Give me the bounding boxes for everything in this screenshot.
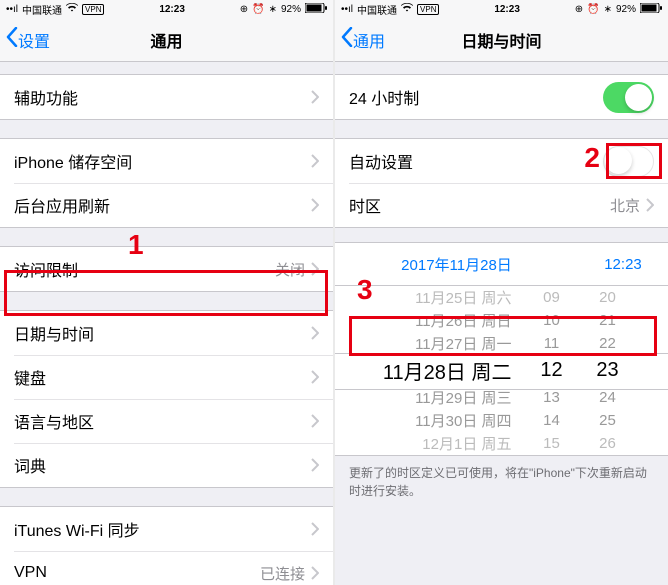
screen-date-time: ••ıl 中国联通 VPN 12:23 ⊕ ⏰ ∗ 92% 通用 日期与时间 (335, 0, 668, 585)
alarm-icon: ⏰ (587, 4, 599, 15)
signal-icon: ••ıl (6, 4, 18, 15)
signal-icon: ••ıl (341, 4, 353, 15)
battery-percent: 92% (281, 4, 301, 15)
picker-row: 11月26日 周日1021 (335, 309, 668, 332)
picker-row-selected: 11月28日 周二1223 (335, 356, 668, 386)
wifi-icon (401, 3, 413, 15)
switch-auto-set[interactable] (603, 146, 654, 177)
row-iphone-storage[interactable]: iPhone 储存空间 (0, 139, 333, 183)
screen-settings-general: ••ıl 中国联通 VPN 12:23 ⊕ ⏰ ∗ 92% 设置 通用 辅助 (0, 0, 333, 585)
row-24hour: 24 小时制 (335, 75, 668, 119)
chevron-right-icon (311, 326, 319, 340)
nav-bar: 通用 日期与时间 (335, 18, 668, 62)
orientation-lock-icon: ⊕ (575, 4, 583, 15)
chevron-right-icon (311, 154, 319, 168)
status-bar: ••ıl 中国联通 VPN 12:23 ⊕ ⏰ ∗ 92% (335, 0, 668, 18)
chevron-right-icon (311, 262, 319, 276)
current-time: 12:23 (578, 256, 668, 273)
vpn-value: 已连接 (260, 563, 305, 584)
timezone-value: 北京 (610, 195, 640, 216)
back-button[interactable]: 通用 (335, 27, 385, 52)
row-itunes-wifi-sync[interactable]: iTunes Wi-Fi 同步 (0, 507, 333, 551)
battery-icon (640, 3, 662, 16)
back-label: 通用 (353, 28, 385, 52)
chevron-right-icon (311, 522, 319, 536)
row-background-refresh[interactable]: 后台应用刷新 (0, 183, 333, 227)
picker-row: 11月25日 周六0920 (335, 286, 668, 309)
chevron-right-icon (311, 370, 319, 384)
chevron-left-icon (341, 27, 353, 52)
row-accessibility[interactable]: 辅助功能 (0, 75, 333, 119)
chevron-right-icon (311, 90, 319, 104)
row-date-time[interactable]: 日期与时间 (0, 311, 333, 355)
vpn-badge: VPN (417, 4, 439, 15)
picker-row: 11月27日 周一1122 (335, 332, 668, 355)
wifi-icon (66, 3, 78, 15)
back-label: 设置 (18, 28, 50, 52)
scroll-content[interactable]: 24 小时制 自动设置 时区 北京 2017年11月28日 12:23 11月2… (335, 62, 668, 585)
chevron-right-icon (311, 198, 319, 212)
battery-percent: 92% (616, 4, 636, 15)
status-bar: ••ıl 中国联通 VPN 12:23 ⊕ ⏰ ∗ 92% (0, 0, 333, 18)
chevron-right-icon (311, 566, 319, 580)
row-restrictions[interactable]: 访问限制 关闭 (0, 247, 333, 291)
picker-row: 12月1日 周五1526 (335, 432, 668, 455)
row-auto-set: 自动设置 (335, 139, 668, 183)
status-time: 12:23 (494, 4, 520, 15)
chevron-left-icon (6, 27, 18, 52)
row-keyboard[interactable]: 键盘 (0, 355, 333, 399)
datetime-picker[interactable]: 11月25日 周六0920 11月26日 周日1021 11月27日 周一112… (335, 286, 668, 456)
nav-bar: 设置 通用 (0, 18, 333, 62)
bluetooth-icon: ∗ (269, 4, 277, 15)
row-timezone[interactable]: 时区 北京 (335, 183, 668, 227)
picker-row: 11月29日 周三1324 (335, 385, 668, 408)
scroll-content[interactable]: 辅助功能 iPhone 储存空间 后台应用刷新 访问限制 关闭 日期与时间 (0, 62, 333, 585)
chevron-right-icon (646, 198, 654, 212)
restrictions-value: 关闭 (275, 259, 305, 280)
row-dictionary[interactable]: 词典 (0, 443, 333, 487)
row-vpn[interactable]: VPN 已连接 (0, 551, 333, 585)
bluetooth-icon: ∗ (604, 4, 612, 15)
status-time: 12:23 (159, 4, 185, 15)
picker-row: 11月30日 周四1425 (335, 409, 668, 432)
timezone-footnote: 更新了的时区定义已可使用，将在"iPhone"下次重新启动时进行安装。 (335, 456, 668, 508)
chevron-right-icon (311, 414, 319, 428)
orientation-lock-icon: ⊕ (240, 4, 248, 15)
current-date: 2017年11月28日 (335, 254, 578, 275)
alarm-icon: ⏰ (252, 4, 264, 15)
battery-icon (305, 3, 327, 16)
back-button[interactable]: 设置 (0, 27, 50, 52)
switch-24hour[interactable] (603, 82, 654, 113)
row-language-region[interactable]: 语言与地区 (0, 399, 333, 443)
chevron-right-icon (311, 458, 319, 472)
carrier-label: 中国联通 (357, 2, 397, 17)
vpn-badge: VPN (82, 4, 104, 15)
carrier-label: 中国联通 (22, 2, 62, 17)
date-display-bar[interactable]: 2017年11月28日 12:23 (335, 242, 668, 286)
